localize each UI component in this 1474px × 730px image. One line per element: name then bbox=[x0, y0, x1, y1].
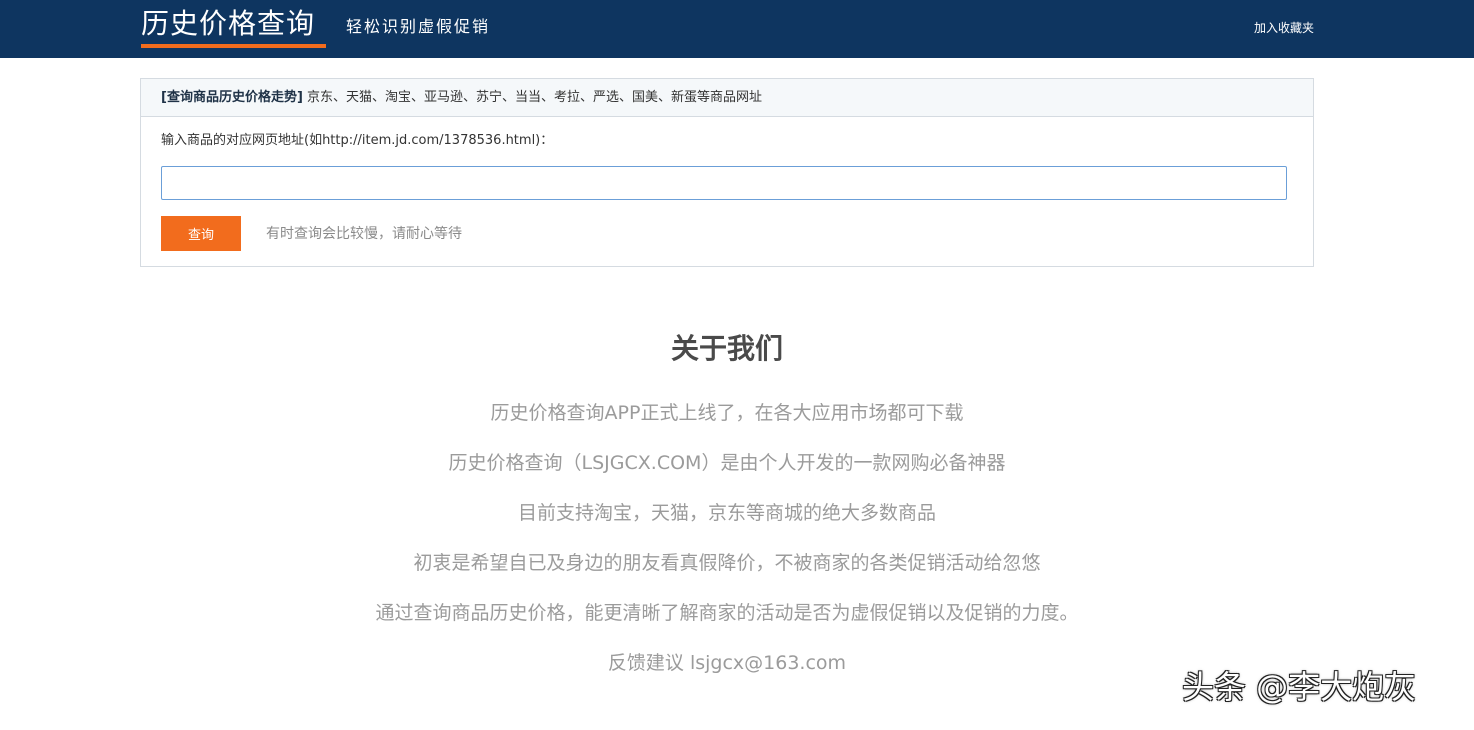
site-logo[interactable]: 历史价格查询 bbox=[141, 6, 315, 42]
add-bookmark-link[interactable]: 加入收藏夹 bbox=[1254, 19, 1314, 37]
wait-hint-text: 有时查询会比较慢，请耐心等待 bbox=[266, 226, 462, 242]
url-input-label: 输入商品的对应网页地址(如http://item.jd.com/1378536.… bbox=[161, 133, 554, 148]
about-line: 历史价格查询（LSJGCX.COM）是由个人开发的一款网购必备神器 bbox=[448, 452, 1006, 474]
about-line: 历史价格查询APP正式上线了，在各大应用市场都可下载 bbox=[490, 402, 964, 424]
supported-sites-text: 京东、天猫、淘宝、亚马逊、苏宁、当当、考拉、严选、国美、新蛋等商品网址 bbox=[302, 90, 763, 105]
query-button[interactable]: 查询 bbox=[161, 216, 241, 251]
about-line: 通过查询商品历史价格，能更清晰了解商家的活动是否为虚假促销以及促销的力度。 bbox=[375, 602, 1079, 624]
about-line: 目前支持淘宝，天猫，京东等商城的绝大多数商品 bbox=[517, 502, 936, 524]
top-navbar: 历史价格查询 轻松识别虚假促销 加入收藏夹 bbox=[0, 0, 1474, 58]
logo-underline bbox=[141, 44, 326, 48]
about-us-heading: 关于我们 bbox=[670, 332, 783, 365]
query-panel-header: [查询商品历史价格走势] 京东、天猫、淘宝、亚马逊、苏宁、当当、考拉、严选、国美… bbox=[141, 79, 1313, 117]
query-panel-title: [查询商品历史价格走势] 京东、天猫、淘宝、亚马逊、苏宁、当当、考拉、严选、国美… bbox=[161, 89, 762, 107]
about-us-text: 历史价格查询APP正式上线了，在各大应用市场都可下载 历史价格查询（LSJGCX… bbox=[0, 398, 1454, 698]
about-line: 初衷是希望自已及身边的朋友看真假降价，不被商家的各类促销活动给忽悠 bbox=[413, 552, 1041, 574]
watermark: 头条 @李大炮灰 bbox=[1182, 668, 1417, 706]
product-url-input[interactable] bbox=[161, 166, 1287, 200]
query-panel: [查询商品历史价格走势] 京东、天猫、淘宝、亚马逊、苏宁、当当、考拉、严选、国美… bbox=[140, 78, 1314, 267]
query-panel-title-bold: [查询商品历史价格走势] bbox=[161, 90, 303, 105]
site-slogan: 轻松识别虚假促销 bbox=[346, 17, 491, 36]
